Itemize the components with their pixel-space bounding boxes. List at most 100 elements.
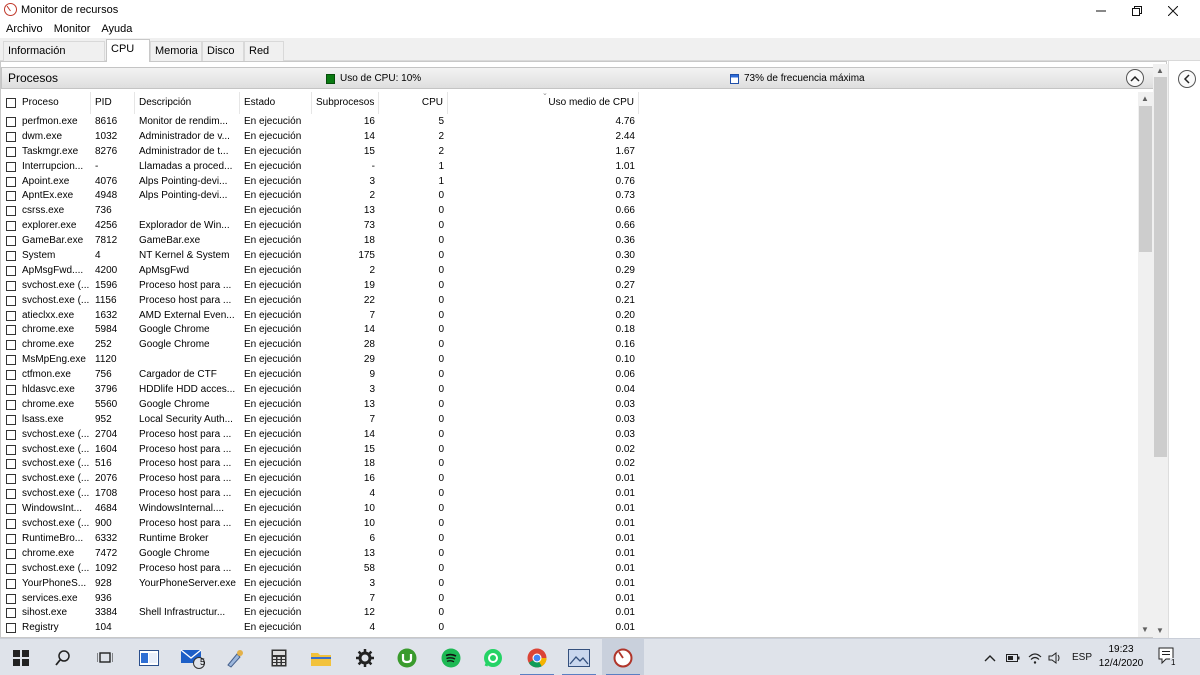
table-row[interactable]: chrome.exe 5560 Google Chrome En ejecución 1… <box>1 398 1138 413</box>
row-checkbox[interactable] <box>6 548 16 559</box>
tab-memoria[interactable]: Memoria <box>150 41 202 61</box>
row-checkbox[interactable] <box>6 131 16 142</box>
row-checkbox[interactable] <box>6 385 16 396</box>
taskbar-paint[interactable] <box>214 639 256 675</box>
battery-icon[interactable] <box>1006 653 1020 662</box>
table-row[interactable]: MsMpEng.exe 1120 En ejecución 29 0 0.10 <box>1 353 1138 368</box>
row-checkbox[interactable] <box>6 176 16 187</box>
table-row[interactable]: svchost.exe (... 1092 Proceso host para ..… <box>1 562 1138 577</box>
column-estado[interactable]: Estado <box>240 92 312 114</box>
column-cpu[interactable]: CPU <box>379 92 448 114</box>
table-row[interactable]: services.exe 936 En ejecución 7 0 0.01 <box>1 592 1138 607</box>
table-row[interactable]: chrome.exe 5984 Google Chrome En ejecución 1… <box>1 323 1138 338</box>
row-checkbox[interactable] <box>6 146 16 157</box>
close-button[interactable] <box>1150 0 1196 21</box>
row-checkbox[interactable] <box>6 325 16 336</box>
tab-informacion-general[interactable]: Información general <box>3 41 105 75</box>
clock[interactable]: 19:23 12/4/2020 <box>1098 643 1144 671</box>
row-checkbox[interactable] <box>6 623 16 634</box>
column-subprocesos[interactable]: Subprocesos <box>312 92 379 114</box>
row-checkbox[interactable] <box>6 251 16 262</box>
panel-scroll-up-icon[interactable]: ▲ <box>1156 66 1164 75</box>
table-row[interactable]: atieclxx.exe 1632 AMD External Even... En e… <box>1 309 1138 324</box>
table-row[interactable]: svchost.exe (... 1708 Proceso host para ..… <box>1 487 1138 502</box>
row-checkbox[interactable] <box>6 563 16 574</box>
taskbar-settings[interactable] <box>344 639 386 675</box>
table-row[interactable]: svchost.exe (... 1604 Proceso host para ..… <box>1 443 1138 458</box>
table-row[interactable]: ApMsgFwd.... 4200 ApMsgFwd En ejecución 2 0 0.… <box>1 264 1138 279</box>
row-checkbox[interactable] <box>6 519 16 530</box>
table-row[interactable]: WindowsInt... 4684 WindowsInternal.... En e… <box>1 502 1138 517</box>
row-checkbox[interactable] <box>6 399 16 410</box>
table-row[interactable]: explorer.exe 4256 Explorador de Win... En e… <box>1 219 1138 234</box>
table-row[interactable]: RuntimeBro... 6332 Runtime Broker En ejecuc… <box>1 532 1138 547</box>
table-row[interactable]: svchost.exe (... 900 Proceso host para ...… <box>1 517 1138 532</box>
select-all-checkbox[interactable] <box>6 98 16 108</box>
panel-scrollbar[interactable]: ▲ ▼ <box>1153 64 1168 638</box>
row-checkbox[interactable] <box>6 578 16 589</box>
row-checkbox[interactable] <box>6 340 16 351</box>
column-pid[interactable]: PID <box>91 92 135 114</box>
scroll-down-icon[interactable]: ▼ <box>1141 625 1149 634</box>
row-checkbox[interactable] <box>6 191 16 202</box>
table-row[interactable]: YourPhoneS... 928 YourPhoneServer.exe En ej… <box>1 577 1138 592</box>
menu-archivo[interactable]: Archivo <box>6 21 43 38</box>
action-center-button[interactable]: 1 <box>1158 647 1177 668</box>
table-row[interactable]: Registry 104 En ejecución 4 0 0.01 <box>1 621 1138 636</box>
table-row[interactable]: lsass.exe 952 Local Security Auth... En eje… <box>1 413 1138 428</box>
table-row[interactable]: svchost.exe (... 2704 Proceso host para ..… <box>1 428 1138 443</box>
table-row[interactable]: dwm.exe 1032 Administrador de v... En ejecu… <box>1 130 1138 145</box>
row-checkbox[interactable] <box>6 280 16 291</box>
tab-red[interactable]: Red <box>244 41 284 61</box>
collapse-section-button[interactable] <box>1126 69 1144 87</box>
row-checkbox[interactable] <box>6 414 16 425</box>
table-row[interactable]: Apoint.exe 4076 Alps Pointing-devi... En ej… <box>1 175 1138 190</box>
row-checkbox[interactable] <box>6 444 16 455</box>
table-scroll-thumb[interactable] <box>1139 106 1152 252</box>
row-checkbox[interactable] <box>6 310 16 321</box>
panel-scroll-thumb[interactable] <box>1154 77 1167 457</box>
panel-scroll-down-icon[interactable]: ▼ <box>1156 626 1164 635</box>
scroll-up-icon[interactable]: ▲ <box>1141 94 1149 103</box>
row-checkbox[interactable] <box>6 593 16 604</box>
table-row[interactable]: svchost.exe (... 1596 Proceso host para ..… <box>1 279 1138 294</box>
table-row[interactable]: perfmon.exe 8616 Monitor de rendim... En ej… <box>1 115 1138 130</box>
table-scrollbar[interactable]: ▲ ▼ <box>1138 92 1153 637</box>
row-checkbox[interactable] <box>6 355 16 366</box>
task-view-button[interactable] <box>84 639 126 675</box>
table-row[interactable]: csrss.exe 736 En ejecución 13 0 0.66 <box>1 204 1138 219</box>
row-checkbox[interactable] <box>6 489 16 500</box>
menu-ayuda[interactable]: Ayuda <box>101 21 132 38</box>
row-checkbox[interactable] <box>6 370 16 381</box>
row-checkbox[interactable] <box>6 608 16 619</box>
search-button[interactable] <box>42 639 84 675</box>
menu-monitor[interactable]: Monitor <box>54 21 91 38</box>
taskbar-utorrent[interactable] <box>386 639 428 675</box>
table-row[interactable]: ApntEx.exe 4948 Alps Pointing-devi... En ej… <box>1 189 1138 204</box>
show-side-pane-button[interactable] <box>1178 70 1196 88</box>
taskbar-app-viewer[interactable] <box>558 639 600 675</box>
table-row[interactable]: svchost.exe (... 516 Proceso host para ...… <box>1 457 1138 472</box>
language-indicator[interactable]: ESP <box>1072 652 1092 663</box>
column-proceso[interactable]: Proceso <box>18 92 91 114</box>
row-checkbox[interactable] <box>6 504 16 515</box>
table-row[interactable]: svchost.exe (... 2076 Proceso host para ..… <box>1 472 1138 487</box>
row-checkbox[interactable] <box>6 265 16 276</box>
row-checkbox[interactable] <box>6 533 16 544</box>
taskbar-chrome[interactable] <box>516 639 558 675</box>
row-checkbox[interactable] <box>6 474 16 485</box>
tab-disco[interactable]: Disco <box>202 41 244 61</box>
table-row[interactable]: Taskmgr.exe 8276 Administrador de t... En e… <box>1 145 1138 160</box>
taskbar-calculator[interactable] <box>258 639 300 675</box>
table-row[interactable]: System 4 NT Kernel & System En ejecución 175… <box>1 249 1138 264</box>
row-checkbox[interactable] <box>6 295 16 306</box>
column-descripcion[interactable]: Descripción <box>135 92 240 114</box>
table-row[interactable]: svchost.exe (... 1156 Proceso host para ..… <box>1 294 1138 309</box>
taskbar-mail[interactable]: 5 <box>172 639 214 675</box>
row-checkbox[interactable] <box>6 206 16 217</box>
row-checkbox[interactable] <box>6 221 16 232</box>
row-checkbox[interactable] <box>6 459 16 470</box>
wifi-icon[interactable] <box>1028 652 1042 664</box>
taskbar-spotify[interactable] <box>430 639 472 675</box>
table-row[interactable]: chrome.exe 7472 Google Chrome En ejecución 1… <box>1 547 1138 562</box>
